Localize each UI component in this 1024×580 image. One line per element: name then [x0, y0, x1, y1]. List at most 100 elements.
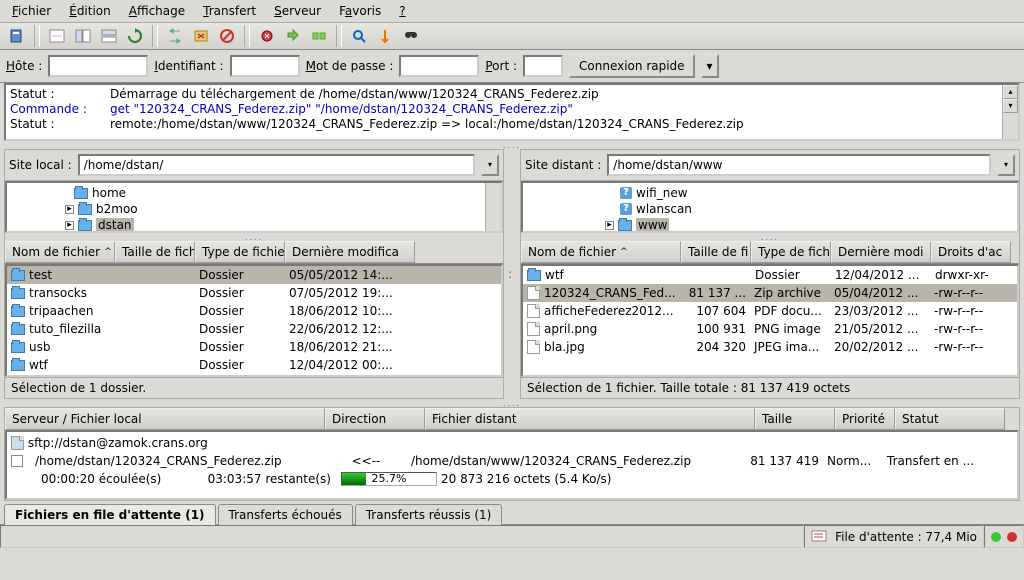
find-icon[interactable] — [400, 25, 422, 47]
folder-icon — [11, 324, 25, 335]
folder-icon — [74, 188, 88, 199]
pass-label: Mot de passe : — [306, 59, 394, 73]
menu-fichier[interactable]: Fichier — [8, 2, 55, 20]
remote-path-dropdown[interactable]: ▾ — [997, 154, 1015, 176]
menu-transfert[interactable]: Transfert — [199, 2, 260, 20]
quickconnect-bar: Hôte : Identifiant : Mot de passe : Port… — [0, 50, 1024, 83]
column-header[interactable]: Serveur / Fichier local — [5, 408, 325, 430]
refresh-icon[interactable] — [124, 25, 146, 47]
list-item[interactable]: wtfDossier12/04/2012 00:... — [7, 356, 501, 374]
unknown-icon: ? — [620, 203, 632, 215]
toggle-tree-icon[interactable] — [72, 25, 94, 47]
local-tree-splitter[interactable] — [5, 233, 503, 241]
menu-affichage[interactable]: Affichage — [125, 2, 189, 20]
splitter-v[interactable] — [508, 149, 516, 399]
queue-bytes: 20 873 216 octets (5.4 Ko/s) — [441, 472, 612, 486]
tree-item[interactable]: ▸dstan — [9, 217, 499, 233]
list-item[interactable]: usbDossier18/06/2012 21:... — [7, 338, 501, 356]
pass-input[interactable] — [399, 55, 479, 77]
tree-item[interactable]: ▸www — [525, 217, 1015, 233]
list-item[interactable]: 120324_CRANS_Fed...81 137 ...Zip archive… — [523, 284, 1017, 302]
column-header[interactable]: Dernière modi — [831, 241, 931, 263]
log-scrollbar[interactable]: ▴▾ — [1002, 85, 1018, 139]
queue-priority: Norm... — [819, 454, 879, 468]
toggle-queue-icon[interactable] — [98, 25, 120, 47]
remote-site-label: Site distant : — [525, 158, 601, 172]
cancel-icon[interactable] — [190, 25, 212, 47]
manage-filter-icon[interactable] — [374, 25, 396, 47]
tab-queued[interactable]: Fichiers en file d'attente (1) — [4, 504, 216, 525]
quickconnect-button[interactable]: Connexion rapide — [569, 54, 695, 78]
list-item[interactable]: afficheFederez2012...107 604PDF docu...2… — [523, 302, 1017, 320]
local-path-dropdown[interactable]: ▾ — [481, 154, 499, 176]
port-input[interactable] — [523, 55, 563, 77]
column-header[interactable]: Droits d'ac — [931, 241, 1011, 263]
remote-list[interactable]: wtfDossier12/04/2012 ...drwxr-xr-120324_… — [521, 264, 1019, 377]
sync-icon[interactable] — [308, 25, 330, 47]
quickconnect-dropdown[interactable]: ▾ — [701, 54, 719, 78]
splitter-h1[interactable] — [0, 141, 1024, 149]
list-item[interactable]: bla.jpg204 320JPEG ima...20/02/2012 ...-… — [523, 338, 1017, 356]
column-header[interactable]: Statut — [895, 408, 1005, 430]
local-list[interactable]: testDossier05/05/2012 14:...transocksDos… — [5, 264, 503, 377]
column-header[interactable]: Fichier distant — [425, 408, 755, 430]
local-path-combo[interactable]: /home/dstan/ — [78, 154, 475, 176]
folder-icon — [11, 342, 25, 353]
log-panel: Statut :Démarrage du téléchargement de /… — [4, 83, 1020, 141]
column-header[interactable]: Dernière modifica — [285, 241, 415, 263]
list-item[interactable]: testDossier05/05/2012 14:... — [7, 266, 501, 284]
list-item[interactable]: tripaachenDossier18/06/2012 10:... — [7, 302, 501, 320]
splitter-h2[interactable] — [0, 399, 1024, 407]
queue-progress: 25.7% — [341, 472, 437, 486]
tab-success[interactable]: Transferts réussis (1) — [355, 504, 503, 525]
tree-item[interactable]: ▸b2moo — [9, 201, 499, 217]
column-header[interactable]: Nom de fichier^ — [5, 241, 115, 263]
column-header[interactable]: Priorité — [835, 408, 895, 430]
filter-icon[interactable] — [348, 25, 370, 47]
file-icon — [527, 304, 540, 318]
toggle-log-icon[interactable] — [46, 25, 68, 47]
column-header[interactable]: Nom de fichier^ — [521, 241, 681, 263]
tab-failed[interactable]: Transferts échoués — [218, 504, 353, 525]
tree-item[interactable]: ?wlanscan — [525, 201, 1015, 217]
column-header[interactable]: Type de fich — [751, 241, 831, 263]
tree-item[interactable]: ?wifi_new — [525, 185, 1015, 201]
disconnect-icon[interactable] — [216, 25, 238, 47]
remote-tree[interactable]: ?wifi_new?wlanscan▸www — [521, 181, 1019, 233]
menu-favoris[interactable]: Favoris — [335, 2, 385, 20]
process-queue-icon[interactable] — [164, 25, 186, 47]
local-tree[interactable]: home▸b2moo▸dstanlost+found — [5, 181, 503, 233]
user-input[interactable] — [230, 55, 300, 77]
list-item[interactable]: wtfDossier12/04/2012 ...drwxr-xr- — [523, 266, 1017, 284]
status-bar: File d'attente : 77,4 Mio — [0, 524, 1024, 548]
reconnect-icon[interactable] — [256, 25, 278, 47]
menu-help[interactable]: ? — [395, 2, 409, 20]
queue-checkbox[interactable] — [11, 455, 23, 467]
remote-tree-splitter[interactable] — [521, 233, 1019, 241]
menu-serveur[interactable]: Serveur — [270, 2, 325, 20]
queue-status: Transfert en ... — [879, 454, 974, 468]
column-header[interactable]: Type de fichier — [195, 241, 285, 263]
host-input[interactable] — [48, 55, 148, 77]
sitemanager-icon[interactable] — [6, 25, 28, 47]
list-item[interactable]: tuto_filezillaDossier22/06/2012 12:... — [7, 320, 501, 338]
compare-icon[interactable] — [282, 25, 304, 47]
unknown-icon: ? — [620, 187, 632, 199]
column-header[interactable]: Taille — [755, 408, 835, 430]
file-icon — [527, 340, 540, 354]
led-red-icon — [1007, 532, 1017, 542]
column-header[interactable]: Direction — [325, 408, 425, 430]
local-list-header: Nom de fichier^Taille de fichType de fic… — [5, 241, 503, 264]
host-label: Hôte : — [6, 59, 42, 73]
file-icon — [527, 286, 540, 300]
remote-path-combo[interactable]: /home/dstan/www — [607, 154, 991, 176]
list-item[interactable]: april.png100 931PNG image21/05/2012 ...-… — [523, 320, 1017, 338]
menu-edition[interactable]: Édition — [65, 2, 115, 20]
queue-body[interactable]: sftp://dstan@zamok.crans.org /home/dstan… — [5, 430, 1019, 500]
column-header[interactable]: Taille de fi — [681, 241, 751, 263]
column-header[interactable]: Taille de fich — [115, 241, 195, 263]
list-item[interactable]: transocksDossier07/05/2012 19:... — [7, 284, 501, 302]
local-tree-scroll[interactable] — [485, 183, 501, 231]
remote-status: Sélection de 1 fichier. Taille totale : … — [521, 377, 1019, 398]
tree-item[interactable]: home — [9, 185, 499, 201]
